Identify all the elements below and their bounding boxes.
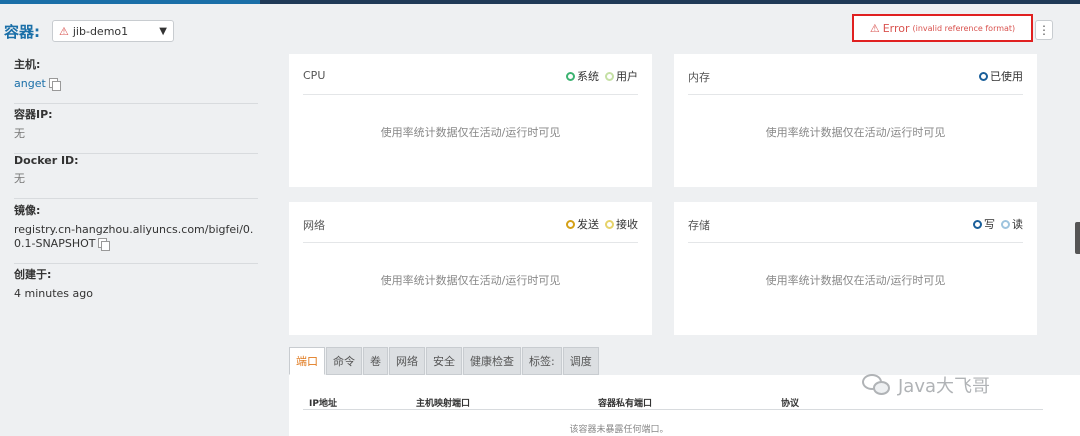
docker-id-label: Docker ID: [14,154,79,167]
container-ip-label: 容器IP: [14,108,53,121]
vertical-ellipsis-icon[interactable]: ⋮ [1035,20,1053,40]
docker-id-value: 无 [14,172,25,185]
network-card: 网络 发送 接收 使用率统计数据仅在活动/运行时可见 [289,202,652,335]
error-detail: (invalid reference format) [912,23,1016,33]
container-ip-value: 无 [14,127,25,140]
divider [14,198,258,199]
legend-dot-icon [979,71,988,81]
legend-item-user[interactable]: 用户 [605,68,638,84]
container-selector-row: 容器: ⚠ jib-demo1 ▼ [4,20,174,42]
divider [688,94,1023,95]
legend-dot-icon [566,71,575,81]
column-header-protocol[interactable]: 协议 [781,396,799,409]
divider [303,94,638,95]
host-value[interactable]: anget [14,77,46,90]
memory-message: 使用率统计数据仅在活动/运行时可见 [765,126,946,139]
cpu-card: CPU 系统 用户 使用率统计数据仅在活动/运行时可见 [289,54,652,187]
watermark: Java大飞哥 [862,372,990,398]
storage-title: 存储 [688,219,710,232]
docker-id-field: Docker ID: 无 [14,154,258,199]
legend-dot-icon [605,219,614,229]
column-header-ip[interactable]: IP地址 [309,396,337,409]
copy-icon[interactable] [48,78,61,91]
legend-dot-icon [566,219,575,229]
host-field: 主机: anget [14,56,258,104]
legend-dot-icon [973,219,982,229]
tab-ports[interactable]: 端口 [289,347,325,375]
storage-card: 存储 写 读 使用率统计数据仅在活动/运行时可见 [674,202,1037,335]
cpu-legend: 系统 用户 [566,68,638,84]
legend-item-used[interactable]: 已使用 [979,68,1023,84]
legend-label: 已使用 [990,70,1023,83]
legend-item-receive[interactable]: 接收 [605,216,638,232]
tab-command[interactable]: 命令 [326,347,362,375]
memory-legend: 已使用 [979,68,1023,84]
chevron-down-icon: ▼ [159,25,167,37]
cpu-message: 使用率统计数据仅在活动/运行时可见 [380,126,561,139]
storage-legend: 写 读 [973,216,1023,232]
warning-icon: ⚠ [869,21,880,35]
legend-label: 写 [984,218,995,231]
column-header-host-port[interactable]: 主机映射端口 [416,396,470,409]
detail-tabs: 端口 命令 卷 网络 安全 健康检查 标签: 调度 [289,347,600,375]
copy-icon[interactable] [98,238,111,251]
container-info-panel: 容器: ⚠ jib-demo1 ▼ 主机: anget 容器IP: 无 Dock… [0,4,272,436]
legend-dot-icon [1001,219,1010,229]
legend-item-read[interactable]: 读 [1001,216,1023,232]
divider [688,242,1023,243]
warning-icon: ⚠ [59,24,69,38]
legend-label: 系统 [577,70,599,83]
tab-labels[interactable]: 标签: [522,347,562,375]
tab-network[interactable]: 网络 [389,347,425,375]
cpu-title: CPU [303,69,326,82]
legend-item-write[interactable]: 写 [973,216,995,232]
container-select[interactable]: ⚠ jib-demo1 ▼ [52,20,174,42]
wechat-icon [862,372,892,398]
memory-card: 内存 已使用 使用率统计数据仅在活动/运行时可见 [674,54,1037,187]
container-label: 容器: [4,22,40,41]
tab-health-check[interactable]: 健康检查 [463,347,521,375]
divider [14,263,258,264]
legend-label: 读 [1012,218,1023,231]
network-title: 网络 [303,219,325,232]
legend-item-system[interactable]: 系统 [566,68,599,84]
legend-item-send[interactable]: 发送 [566,216,599,232]
error-status-button[interactable]: ⚠ Error (invalid reference format) [852,14,1033,42]
created-field: 创建于: 4 minutes ago [14,266,258,301]
image-label: 镜像: [14,204,41,217]
watermark-text: Java大飞哥 [898,376,991,397]
column-header-container-port[interactable]: 容器私有端口 [598,396,652,409]
storage-message: 使用率统计数据仅在活动/运行时可见 [765,274,946,287]
scrollbar-handle[interactable] [1075,222,1080,254]
ports-empty-message: 该容器未暴露任何端口。 [569,425,669,435]
created-label: 创建于: [14,268,52,281]
host-label: 主机: [14,58,41,71]
legend-dot-icon [605,71,614,81]
tab-security[interactable]: 安全 [426,347,462,375]
tab-volumes[interactable]: 卷 [363,347,388,375]
legend-label: 接收 [616,218,638,231]
created-value: 4 minutes ago [14,287,93,300]
container-ip-field: 容器IP: 无 [14,106,258,154]
legend-label: 发送 [577,218,599,231]
image-value: registry.cn-hangzhou.aliyuncs.com/bigfei… [14,223,254,250]
error-label: Error [882,21,910,35]
tab-scheduling[interactable]: 调度 [562,347,599,375]
image-field: 镜像: registry.cn-hangzhou.aliyuncs.com/bi… [14,202,258,264]
legend-label: 用户 [616,70,638,83]
memory-title: 内存 [688,71,710,84]
divider [14,103,258,104]
container-select-value: jib-demo1 [72,24,129,38]
network-message: 使用率统计数据仅在活动/运行时可见 [380,274,561,287]
network-legend: 发送 接收 [566,216,638,232]
divider [303,242,638,243]
